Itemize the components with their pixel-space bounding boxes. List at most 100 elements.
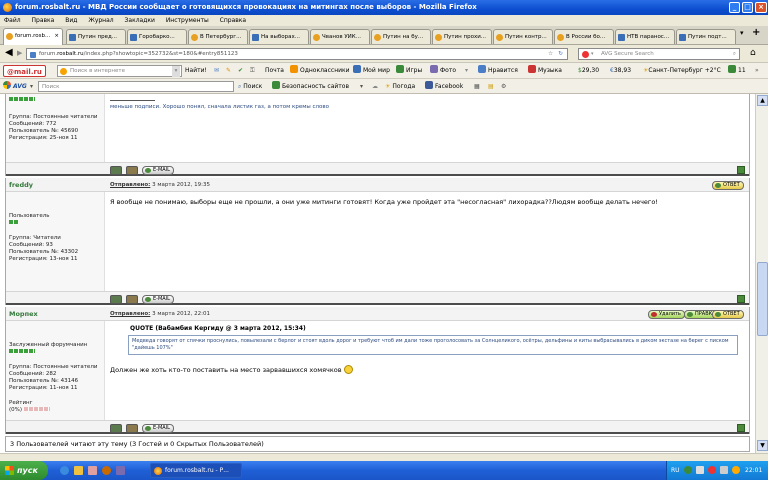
top-icon[interactable] (737, 424, 745, 432)
pm-icon[interactable] (126, 166, 138, 175)
folder-quicklaunch-icon[interactable] (74, 466, 83, 475)
toolbar-mail[interactable]: Почта (265, 63, 284, 79)
close-button[interactable]: × (755, 2, 767, 13)
email-button[interactable]: E-MAIL (142, 295, 174, 304)
overflow-icon[interactable]: » (755, 63, 759, 79)
top-icon[interactable] (737, 166, 745, 174)
chevron-down-icon[interactable]: ▾ (465, 63, 468, 79)
mailru-logo[interactable]: @mail.ru (3, 65, 46, 77)
menu-view[interactable]: Вид (65, 17, 77, 24)
search-bar[interactable]: ▾ AVG Secure Search ⌕ (578, 48, 740, 60)
toolbar-games[interactable]: Игры (396, 63, 422, 79)
top-icon[interactable] (737, 295, 745, 303)
avg-search-input[interactable]: Поиск (38, 81, 234, 92)
avg-tray-icon[interactable] (684, 466, 692, 474)
tab-item[interactable]: Путин пред... (66, 29, 126, 44)
pm-icon[interactable] (126, 295, 138, 304)
tab-item[interactable]: Путин прохи... (432, 29, 492, 44)
facebook-button[interactable]: Facebook (425, 79, 463, 94)
minimize-button[interactable]: _ (729, 2, 740, 13)
menu-bookmarks[interactable]: Закладки (125, 17, 155, 24)
settings-icon[interactable]: ⚙ (501, 79, 506, 94)
tab-item[interactable]: НТВ паранос... (615, 29, 675, 44)
check-icon[interactable]: ✔ (238, 63, 243, 79)
reload-icon[interactable]: ↻ (558, 49, 563, 60)
tab-item[interactable]: На выборах... (249, 29, 309, 44)
pm-icon[interactable] (126, 424, 138, 433)
tab-item[interactable]: В России бо... (554, 29, 614, 44)
scroll-up-icon[interactable]: ▲ (757, 95, 768, 106)
chevron-down-icon[interactable]: ▾ (360, 79, 363, 94)
tab-item[interactable]: Чванов УИК... (310, 29, 370, 44)
mail-icon[interactable]: ✉ (214, 63, 219, 79)
site-identity-icon[interactable] (30, 52, 36, 58)
start-button[interactable]: пуск (0, 461, 48, 480)
firefox-quicklaunch-icon[interactable] (102, 466, 111, 475)
toolbar-likes[interactable]: Нравится (478, 63, 518, 79)
menu-file[interactable]: Файл (4, 17, 21, 24)
tab-list-icon[interactable]: ▾ (740, 29, 744, 37)
ie-quicklaunch-icon[interactable] (60, 466, 69, 475)
email-button[interactable]: E-MAIL (142, 166, 174, 175)
profile-icon[interactable] (110, 424, 122, 433)
weather-widget[interactable]: ☀Санкт-Петербург +2°C (643, 63, 721, 79)
profile-icon[interactable] (110, 295, 122, 304)
tab-close-icon[interactable]: × (54, 29, 59, 43)
home-icon[interactable]: ⌂ (750, 48, 756, 58)
language-indicator[interactable]: RU (671, 461, 680, 480)
volume-tray-icon[interactable] (720, 466, 728, 474)
post-author[interactable]: Морпех (9, 310, 38, 318)
forward-icon[interactable]: ▶ (17, 49, 22, 57)
media-quicklaunch-icon[interactable] (88, 466, 97, 475)
profile-icon[interactable] (110, 166, 122, 175)
star-icon[interactable]: ☆ (548, 49, 553, 60)
toolbar-my-world[interactable]: Мой мир (353, 63, 390, 79)
weather-button[interactable]: ☀ Погода (385, 79, 415, 94)
tab-item[interactable]: Путин контр... (493, 29, 553, 44)
scroll-thumb[interactable] (757, 262, 768, 336)
menu-history[interactable]: Журнал (88, 17, 113, 24)
pencil-icon[interactable]: ✎ (226, 63, 231, 79)
site-safety-button[interactable]: Безопасность сайтов (272, 79, 349, 94)
menu-help[interactable]: Справка (220, 17, 246, 24)
cloud-icon[interactable]: ☁ (372, 79, 378, 94)
maximize-button[interactable]: □ (742, 2, 753, 13)
find-button[interactable]: Найти! (185, 63, 207, 79)
calculator-icon[interactable]: ▦ (474, 79, 480, 94)
tab-item[interactable]: Путин подт... (676, 29, 736, 44)
usd-rate[interactable]: $29,30 (578, 63, 599, 79)
avg-logo[interactable]: AVG (3, 79, 27, 94)
reply-button[interactable]: ОТВЕТ (712, 310, 744, 319)
notes-icon[interactable]: ▤ (488, 79, 494, 94)
tab-item[interactable]: Путин на бу... (371, 29, 431, 44)
menu-tools[interactable]: Инструменты (166, 17, 209, 24)
delete-button[interactable]: Удалить (648, 310, 685, 319)
tab-item[interactable]: В Петербург... (188, 29, 248, 44)
back-icon[interactable]: ◀ (5, 47, 13, 58)
vertical-scrollbar[interactable]: ▲ ▼ (755, 94, 768, 453)
mailru-search-input[interactable]: Поиск в интернете ▾ (57, 65, 182, 77)
url-bar[interactable]: forum.rosbalt.ru/index.php?showtopic=352… (26, 48, 568, 60)
tab-item[interactable]: Горобарко... (127, 29, 187, 44)
email-button[interactable]: E-MAIL (142, 424, 174, 433)
app-quicklaunch-icon[interactable] (116, 466, 125, 475)
post-author[interactable]: freddy (9, 181, 33, 189)
avg-search-button[interactable]: ⌕ Поиск (238, 79, 262, 94)
lock-icon[interactable]: ⚿ (250, 63, 255, 79)
menu-edit[interactable]: Правка (32, 17, 55, 24)
tab-forum[interactable]: forum.rosb... × (3, 28, 63, 45)
eur-rate[interactable]: €38,93 (610, 63, 631, 79)
security-tray-icon[interactable] (708, 466, 716, 474)
new-tab-button[interactable]: + (752, 27, 760, 38)
scroll-down-icon[interactable]: ▼ (757, 440, 768, 451)
notifications-count[interactable]: 11 (728, 63, 746, 79)
search-icon[interactable]: ⌕ (733, 49, 736, 60)
search-engine-icon[interactable] (582, 51, 589, 58)
network-tray-icon[interactable] (696, 466, 704, 474)
toolbar-odnoklassniki[interactable]: Одноклассники (290, 63, 350, 79)
reply-button[interactable]: ОТВЕТ (712, 181, 744, 190)
taskbar-firefox-window[interactable]: forum.rosbalt.ru - Р... (150, 463, 242, 478)
update-tray-icon[interactable] (732, 466, 740, 474)
chevron-down-icon[interactable]: ▾ (30, 79, 33, 94)
chevron-down-icon[interactable]: ▾ (591, 49, 594, 60)
